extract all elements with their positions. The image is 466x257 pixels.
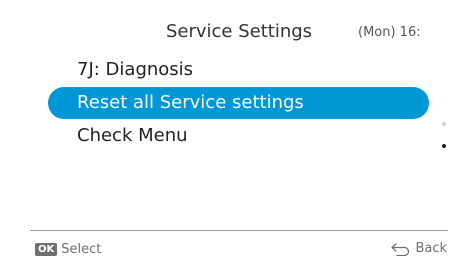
return-arrow-icon [391, 242, 410, 256]
footer: OK Select Back [0, 231, 466, 257]
ok-badge: OK [35, 243, 58, 256]
menu-item-reset-all-service-settings[interactable]: Reset all Service settings [48, 87, 429, 119]
back-label: Back [415, 241, 447, 256]
select-hint[interactable]: OK Select [35, 242, 101, 257]
menu-item-7j-diagnosis[interactable]: 7J: Diagnosis [48, 54, 429, 86]
select-label: Select [61, 242, 102, 257]
back-button[interactable]: Back [391, 241, 447, 257]
scroll-dot-page-1 [442, 122, 446, 126]
scroll-indicator [440, 122, 448, 152]
scroll-dot-page-2 [442, 144, 446, 148]
page-title: Service Settings [165, 21, 313, 42]
menu-item-check-menu[interactable]: Check Menu [48, 120, 429, 152]
service-settings-screen: Service Settings (Mon) 16: 7J: Diagnosis… [0, 0, 466, 257]
clock: (Mon) 16: [358, 25, 421, 40]
header: Service Settings (Mon) 16: [0, 0, 466, 56]
